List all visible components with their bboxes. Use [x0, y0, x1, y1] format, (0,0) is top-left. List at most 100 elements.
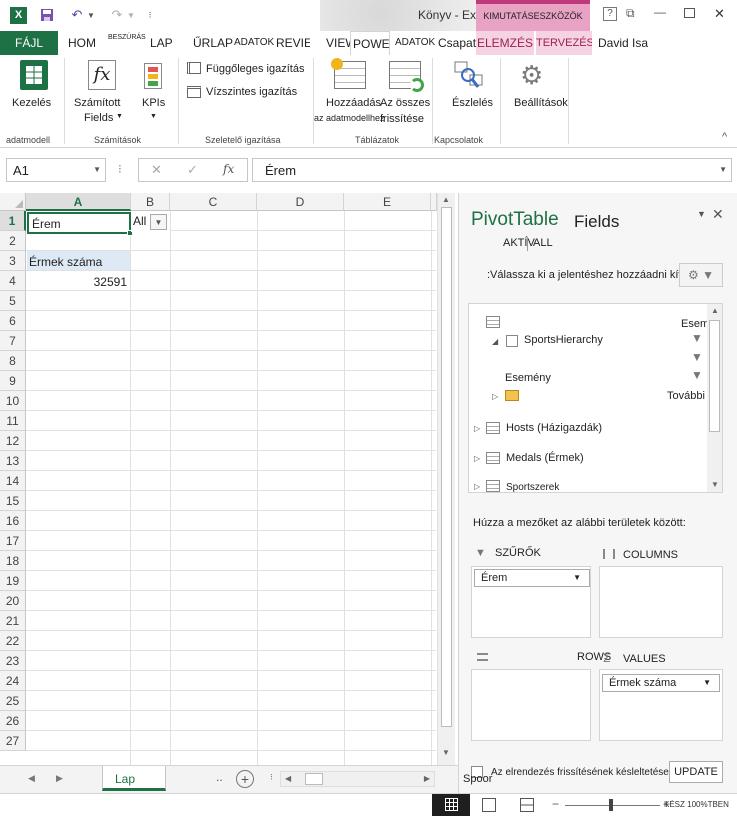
tab-csapat[interactable]: Csapat — [438, 31, 476, 55]
sheet-nav-prev-icon[interactable]: ◀ — [28, 773, 35, 784]
enter-icon[interactable]: ✓ — [187, 162, 198, 178]
horizontal-scroll-thumb[interactable] — [305, 773, 323, 785]
field-list-scroll-thumb[interactable] — [709, 320, 720, 432]
calculated-fields-icon[interactable]: fx — [88, 60, 116, 90]
tab-all-fields[interactable]: ALL — [533, 237, 553, 249]
row-header[interactable]: 14 — [0, 471, 26, 491]
undo-dropdown-icon[interactable]: ▼ — [86, 6, 96, 24]
columns-area[interactable] — [599, 566, 723, 638]
field-esemeny-label[interactable]: Esemény — [505, 372, 551, 384]
filters-area[interactable]: Érem ▼ — [471, 566, 591, 638]
column-header-a[interactable]: A — [26, 193, 131, 211]
kpis-label[interactable]: KPIs — [142, 97, 165, 109]
restore-ribbon-button[interactable]: ⧉ — [626, 6, 635, 21]
row-header[interactable]: 23 — [0, 651, 26, 671]
row-header[interactable]: 26 — [0, 711, 26, 731]
row-header[interactable]: 7 — [0, 331, 26, 351]
cell-b1[interactable]: All ▼ — [131, 212, 170, 232]
new-sheet-button[interactable]: + — [236, 770, 254, 788]
vertical-scroll-thumb[interactable] — [441, 207, 452, 727]
expand-arrow-icon[interactable]: ▷ — [474, 454, 480, 463]
filter-item-erem[interactable]: Érem ▼ — [474, 569, 590, 587]
more-sheets-button[interactable]: .. — [216, 770, 223, 784]
page-break-view-icon[interactable] — [520, 798, 534, 812]
row-header[interactable]: 17 — [0, 531, 26, 551]
tab-power[interactable]: POWE — [350, 31, 390, 55]
filter-dropdown-button[interactable]: ▼ — [150, 214, 167, 230]
tab-adatok2[interactable]: ADATOK — [395, 31, 435, 55]
help-button[interactable]: ? — [603, 7, 617, 21]
cell-a1[interactable]: Érem — [27, 212, 133, 236]
row-header[interactable]: 3 — [0, 251, 26, 271]
update-button[interactable]: UPDATE — [669, 761, 723, 783]
expand-arrow-icon[interactable]: ▷ — [474, 424, 480, 433]
scroll-down-icon[interactable]: ▼ — [442, 748, 450, 757]
column-header-b[interactable]: B — [131, 193, 170, 211]
tab-tervezes[interactable]: TERVEZÉS — [536, 31, 592, 55]
sheet-tab-lap[interactable]: Lap — [102, 766, 166, 791]
tab-active-fields[interactable]: AKTÍV — [503, 237, 535, 249]
page-layout-view-icon[interactable] — [482, 798, 496, 812]
vertical-align-icon[interactable] — [187, 62, 201, 74]
row-header[interactable]: 12 — [0, 431, 26, 451]
kpis-icon[interactable] — [144, 63, 162, 89]
scroll-down-icon[interactable]: ▼ — [711, 480, 719, 489]
row-header[interactable]: 9 — [0, 371, 26, 391]
zoom-level-label[interactable]: KÉSZ 100%TBEN — [664, 800, 737, 809]
row-header[interactable]: 8 — [0, 351, 26, 371]
zoom-out-button[interactable]: − — [552, 797, 559, 811]
tab-insert[interactable]: BESZÚRÁS — [108, 31, 146, 55]
row-header[interactable]: 15 — [0, 491, 26, 511]
maximize-button[interactable] — [684, 8, 695, 18]
expand-arrow-icon[interactable]: ◢ — [492, 337, 498, 346]
values-area[interactable]: Érmek száma ▼ — [599, 669, 723, 741]
field-list[interactable]: Események ◢ SportsHierarchy ▼ ▼ Sport ▼ … — [468, 303, 723, 493]
detect-relationships-icon[interactable] — [454, 61, 484, 89]
row-header[interactable]: 11 — [0, 411, 26, 431]
expand-arrow-icon[interactable]: ▷ — [474, 482, 480, 491]
row-header[interactable]: 25 — [0, 691, 26, 711]
tab-page[interactable]: LAP — [150, 31, 173, 55]
manage-icon[interactable] — [20, 60, 48, 90]
name-box-dropdown-icon[interactable]: ▼ — [93, 165, 101, 174]
settings-label[interactable]: Beállítások — [514, 97, 568, 109]
fields-label[interactable]: Fields — [84, 112, 113, 124]
detect-label[interactable]: Észlelés — [452, 97, 493, 109]
row-header[interactable]: 4 — [0, 271, 26, 291]
cancel-icon[interactable]: ✕ — [151, 162, 162, 178]
row-header[interactable]: 16 — [0, 511, 26, 531]
row-header[interactable]: 1 — [0, 211, 26, 231]
row-header[interactable]: 20 — [0, 591, 26, 611]
row-header[interactable]: 13 — [0, 451, 26, 471]
row-header[interactable]: 2 — [0, 231, 26, 251]
column-header-e[interactable]: E — [344, 193, 431, 211]
add-to-data-model-icon[interactable] — [331, 58, 366, 89]
user-name[interactable]: David Isa — [598, 31, 648, 55]
save-icon[interactable] — [38, 6, 56, 24]
field-list-settings-button[interactable]: ⚙ ▼ — [679, 263, 723, 287]
normal-view-grid-icon[interactable] — [445, 798, 458, 811]
refresh-all-label-2[interactable]: frissítése — [380, 113, 424, 125]
sheet-nav-next-icon[interactable]: ▶ — [56, 773, 63, 784]
manage-button-label[interactable]: Kezelés — [12, 97, 51, 109]
select-all-corner[interactable] — [0, 193, 26, 211]
column-header-c[interactable]: C — [170, 193, 257, 211]
close-button[interactable]: ✕ — [714, 6, 725, 22]
kpis-dropdown-icon[interactable]: ▼ — [150, 113, 157, 120]
horizontal-scrollbar[interactable]: ◀ ▶ — [280, 771, 435, 787]
minimize-button[interactable]: — — [654, 5, 666, 19]
add-to-data-model-label-2[interactable]: az adatmodellhez — [314, 113, 385, 123]
undo-icon[interactable]: ↶ — [68, 6, 86, 24]
fields-dropdown-icon[interactable]: ▼ — [116, 113, 123, 120]
refresh-all-icon[interactable] — [389, 61, 424, 92]
expand-formula-icon[interactable]: ▼ — [719, 165, 727, 174]
row-header[interactable]: 18 — [0, 551, 26, 571]
scroll-left-icon[interactable]: ◀ — [285, 774, 291, 783]
value-item-dropdown-icon[interactable]: ▼ — [703, 678, 711, 687]
expand-arrow-icon[interactable]: ▷ — [492, 392, 498, 401]
tab-home[interactable]: HOM — [68, 31, 96, 55]
row-header[interactable]: 19 — [0, 571, 26, 591]
pane-options-dropdown-icon[interactable]: ▼ — [697, 209, 706, 219]
refresh-all-label[interactable]: Az összes — [380, 97, 430, 109]
insert-function-icon[interactable]: fx — [223, 162, 234, 176]
